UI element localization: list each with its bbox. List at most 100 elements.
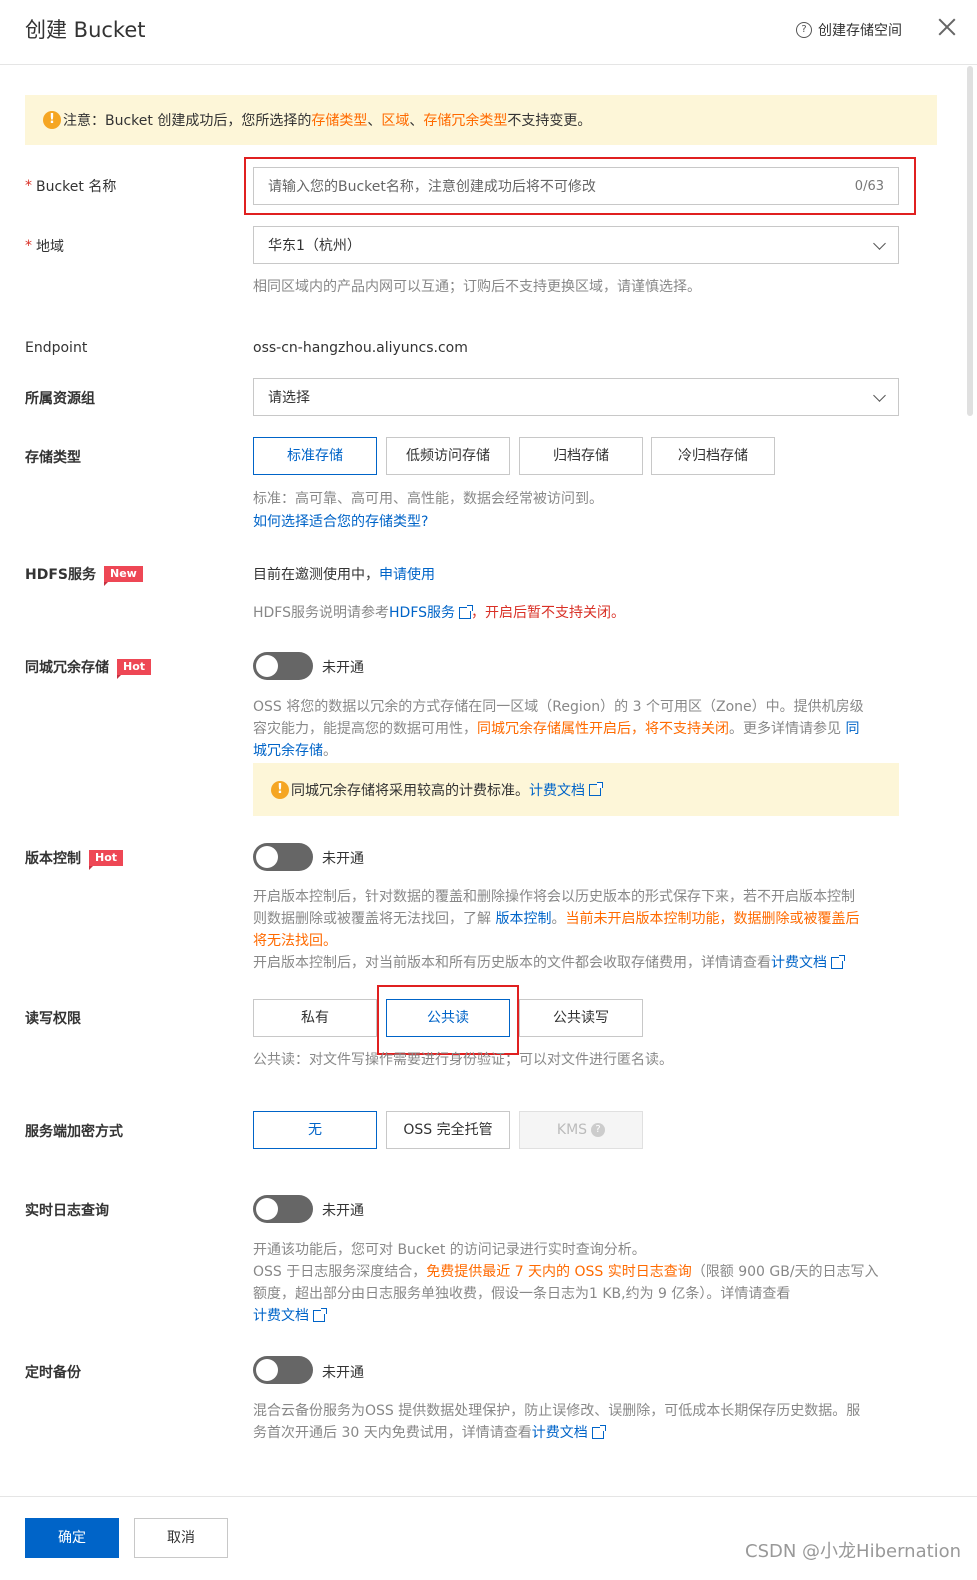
region-label: * 地域: [25, 236, 64, 256]
storage-class-cold-archive[interactable]: 冷归档存储: [651, 437, 775, 475]
versioning-help: 开启版本控制后，针对数据的覆盖和删除操作将会以历史版本的形式保存下来，若不开启版…: [253, 886, 903, 974]
backup-help-line: 务首次开通后 30 天内免费试用，详情请查看计费文档: [253, 1422, 903, 1444]
hdfs-help-warning: ，开启后暂不支持关闭。: [471, 605, 626, 621]
realtime-log-help-line: 额度，超出部分由日志服务单独收费，假设一条日志为1 KB,约为 9 亿条）。详情…: [253, 1286, 791, 1302]
storage-class-guide-link[interactable]: 如何选择适合您的存储类型?: [253, 511, 903, 533]
highlight-box: [244, 157, 916, 215]
question-circle-icon: ?: [796, 22, 812, 38]
dialog-footer: 确定 取消 CSDN @小龙Hibernation: [0, 1496, 977, 1580]
billing-doc-link[interactable]: 计费文档: [771, 955, 827, 971]
encryption-oss-managed[interactable]: OSS 完全托管: [386, 1111, 510, 1149]
billing-doc-link[interactable]: 计费文档: [532, 1425, 588, 1441]
versioning-help-warning: 当前未开启版本控制功能，数据删除或被覆盖后: [565, 911, 860, 927]
zrs-doc-link[interactable]: 同: [845, 721, 859, 737]
billing-doc-link[interactable]: 计费文档: [253, 1308, 309, 1324]
zrs-label: 同城冗余存储 Hot: [25, 657, 152, 679]
hdfs-label-text: HDFS服务: [25, 567, 96, 583]
resource-group-label: 所属资源组: [25, 391, 95, 407]
acl-public-read-write[interactable]: 公共读写: [519, 999, 643, 1037]
versioning-toggle[interactable]: [253, 843, 313, 871]
region-select[interactable]: 华东1（杭州）: [253, 226, 899, 264]
confirm-button[interactable]: 确定: [25, 1518, 119, 1558]
dialog-title: 创建 Bucket: [25, 18, 146, 42]
scrollbar[interactable]: [967, 66, 973, 416]
external-link-icon: [591, 1425, 606, 1439]
external-link-icon: [459, 605, 474, 619]
acl-help: 公共读：对文件写操作需要进行身份验证；可以对文件进行匿名读。: [253, 1052, 673, 1068]
hdfs-label: HDFS服务 New: [25, 564, 143, 586]
zrs-help-text: 容灾能力，能提高您的数据可用性，: [253, 721, 477, 737]
watermark: CSDN @小龙Hibernation: [745, 1541, 962, 1562]
backup-help-text: 务首次开通后 30 天内免费试用，详情请查看: [253, 1425, 532, 1441]
required-mark: *: [25, 238, 32, 254]
realtime-log-toggle-label: 未开通: [322, 1203, 364, 1219]
backup-label: 定时备份: [25, 1365, 81, 1381]
storage-class-ia[interactable]: 低频访问存储: [386, 437, 510, 475]
notice-suffix: 不支持变更。: [507, 113, 592, 129]
highlight-box: [377, 985, 519, 1055]
hdfs-doc-link[interactable]: HDFS服务: [389, 605, 455, 621]
versioning-help-line: 开启版本控制后，针对数据的覆盖和删除操作将会以历史版本的形式保存下来，若不开启版…: [253, 889, 855, 905]
zrs-help-text: 。更多详情请参见: [729, 721, 846, 737]
encryption-label: 服务端加密方式: [25, 1124, 123, 1140]
versioning-help-line: 开启版本控制后，对当前版本和所有历史版本的文件都会收取存储费用，详情请查看计费文…: [253, 952, 903, 974]
warning-icon: !: [43, 111, 61, 129]
realtime-log-help-text: OSS 于日志服务深度结合，: [253, 1264, 427, 1280]
versioning-toggle-label: 未开通: [322, 851, 364, 867]
backup-toggle-label: 未开通: [322, 1365, 364, 1381]
notice-link-redundancy[interactable]: 存储冗余类型: [423, 110, 507, 130]
zrs-billing-notice: ! 同城冗余存储将采用较高的计费标准。 计费文档: [253, 763, 899, 816]
resource-group-select[interactable]: 请选择: [253, 378, 899, 416]
versioning-doc-link[interactable]: 版本控制: [495, 911, 551, 927]
region-help: 相同区域内的产品内网可以互通；订购后不支持更换区域，请谨慎选择。: [253, 279, 701, 295]
encryption-kms-label: KMS: [556, 1122, 588, 1138]
chevron-down-icon: [873, 236, 886, 250]
zrs-toggle-label: 未开通: [322, 660, 364, 676]
storage-class-label: 存储类型: [25, 450, 81, 466]
backup-help: 混合云备份服务为OSS 提供数据处理保护，防止误修改、误删除，可低成本长期保存历…: [253, 1400, 903, 1444]
zrs-help-line: OSS 将您的数据以冗余的方式存储在同一区域（Region）的 3 个可用区（Z…: [253, 699, 864, 715]
hot-badge: Hot: [89, 850, 124, 870]
endpoint-value: oss-cn-hangzhou.aliyuncs.com: [253, 340, 468, 356]
realtime-log-help: 开通该功能后，您可对 Bucket 的访问记录进行实时查询分析。 OSS 于日志…: [253, 1239, 903, 1327]
storage-class-standard[interactable]: 标准存储: [253, 437, 377, 475]
hdfs-help-prefix: HDFS服务说明请参考: [253, 605, 390, 621]
realtime-log-help-line: 计费文档: [253, 1305, 903, 1327]
encryption-none[interactable]: 无: [253, 1111, 377, 1149]
versioning-help-line: 则数据删除或被覆盖将无法找回，了解 版本控制。当前未开启版本控制功能，数据删除或…: [253, 908, 903, 930]
notice-prefix: 注意：Bucket 创建成功后，您所选择的: [63, 113, 312, 129]
hdfs-status-text: 目前在邀测使用中，: [253, 567, 379, 583]
versioning-help-warning: 将无法找回。: [253, 933, 337, 949]
zrs-help-text: 。: [323, 743, 337, 759]
realtime-log-toggle[interactable]: [253, 1195, 313, 1223]
external-link-icon: [831, 955, 845, 969]
notice-link-region[interactable]: 区域: [381, 110, 409, 130]
cancel-button[interactable]: 取消: [134, 1518, 228, 1558]
question-circle-icon: ?: [591, 1123, 606, 1137]
billing-doc-link[interactable]: 计费文档: [529, 780, 585, 800]
backup-toggle[interactable]: [253, 1356, 313, 1384]
help-link[interactable]: ? 创建存储空间: [796, 20, 902, 40]
realtime-log-help-text: （限额 900 GB/天的日志写入: [691, 1264, 879, 1280]
zrs-label-text: 同城冗余存储: [25, 660, 109, 676]
new-badge: New: [103, 566, 143, 586]
notice-link-storage-class[interactable]: 存储类型: [311, 110, 367, 130]
realtime-log-help-line: 开通该功能后，您可对 Bucket 的访问记录进行实时查询分析。: [253, 1242, 646, 1258]
acl-private[interactable]: 私有: [253, 999, 377, 1037]
zrs-help: OSS 将您的数据以冗余的方式存储在同一区域（Region）的 3 个可用区（Z…: [253, 696, 903, 762]
zrs-doc-link[interactable]: 城冗余存储: [253, 743, 323, 759]
region-label-text: 地域: [36, 239, 64, 255]
close-icon[interactable]: [936, 16, 958, 38]
required-mark: *: [25, 178, 32, 194]
versioning-label: 版本控制 Hot: [25, 848, 124, 870]
zrs-toggle[interactable]: [253, 652, 313, 680]
hdfs-apply-link[interactable]: 申请使用: [379, 567, 435, 583]
notice-sep: 、: [367, 113, 382, 129]
storage-class-archive[interactable]: 归档存储: [519, 437, 643, 475]
realtime-log-label: 实时日志查询: [25, 1203, 109, 1219]
zrs-billing-notice-text: 同城冗余存储将采用较高的计费标准。: [291, 782, 529, 799]
zrs-help-line: 城冗余存储。: [253, 740, 903, 762]
external-link-icon: [589, 781, 603, 796]
notice-banner: ! 注意：Bucket 创建成功后，您所选择的 存储类型 、 区域 、 存储冗余…: [25, 95, 937, 145]
dialog-header: 创建 Bucket ? 创建存储空间: [0, 0, 977, 65]
